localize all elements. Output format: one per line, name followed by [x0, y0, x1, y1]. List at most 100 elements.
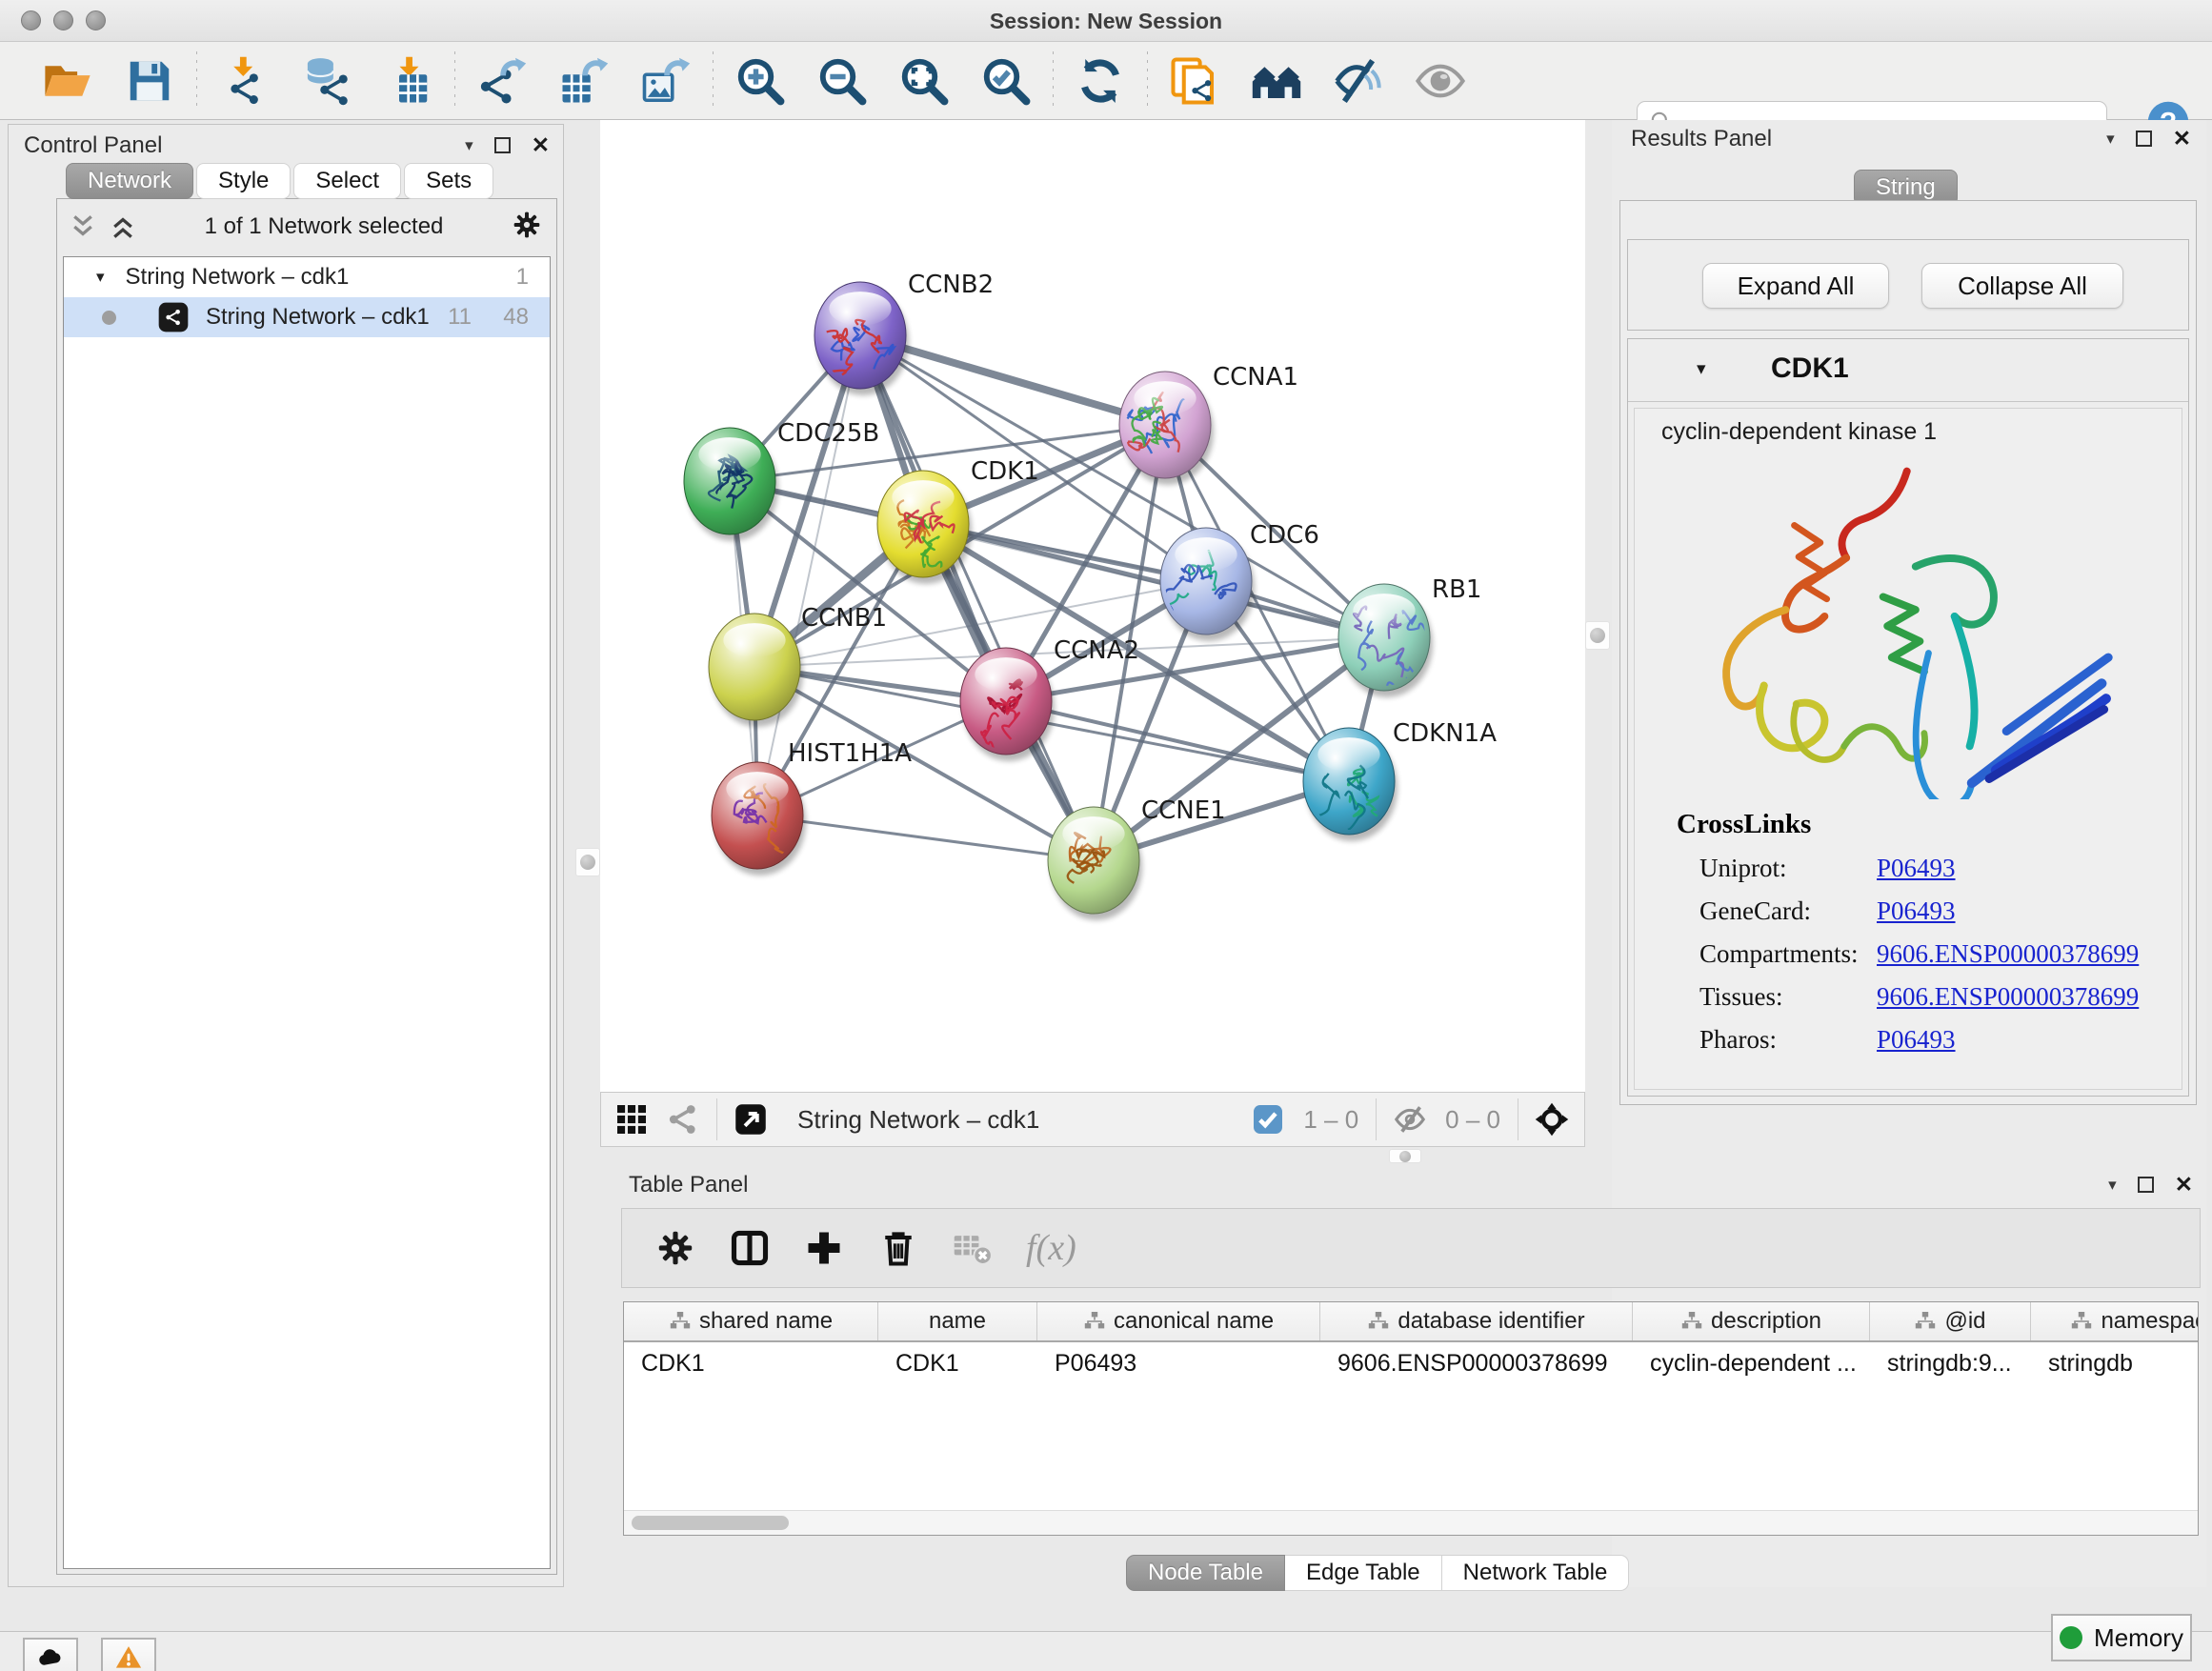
zoom-fit-button[interactable] [883, 51, 965, 111]
expand-all-icon[interactable] [109, 212, 137, 241]
refresh-icon [1075, 55, 1126, 107]
panel-collapse-icon[interactable]: ▾ [2108, 1176, 2117, 1195]
table-cell[interactable]: 9606.ENSP00000378699 [1320, 1344, 1633, 1382]
collapse-all-icon[interactable] [69, 212, 97, 241]
panel-close-icon[interactable]: ✕ [2175, 1172, 2193, 1198]
zoom-in-button[interactable] [719, 51, 801, 111]
column-header-description[interactable]: description [1633, 1302, 1870, 1340]
import-network-from-database-button[interactable] [285, 51, 367, 111]
table-cell[interactable]: cyclin-dependent ... [1633, 1344, 1870, 1382]
hide-unhide-button[interactable] [1317, 51, 1399, 111]
tab-network-table[interactable]: Network Table [1442, 1555, 1630, 1591]
import-table-button[interactable] [367, 51, 449, 111]
open-session-button[interactable] [27, 51, 109, 111]
network-share-icon[interactable] [666, 1102, 700, 1137]
network-canvas[interactable]: CCNB2CCNA1CDC25BCDK1CDC6RB1CCNB1CCNA2CDK… [600, 120, 1585, 1092]
column-header-canonical-name[interactable]: canonical name [1037, 1302, 1320, 1340]
show-columns-icon[interactable] [729, 1227, 771, 1269]
table-cell[interactable]: CDK1 [878, 1344, 1037, 1382]
tab-select[interactable]: Select [293, 163, 401, 199]
import-network-button[interactable] [203, 51, 285, 111]
table-cell[interactable]: stringdb [2031, 1344, 2199, 1382]
panel-close-icon[interactable]: ✕ [532, 132, 550, 158]
bottom-splitter-handle[interactable] [1389, 1149, 1421, 1163]
tab-style[interactable]: Style [196, 163, 291, 199]
expand-all-button[interactable]: Expand All [1702, 263, 1889, 309]
center-view-crosshair-icon[interactable] [1535, 1102, 1569, 1137]
home-button[interactable] [1236, 51, 1317, 111]
zoom-out-button[interactable] [801, 51, 883, 111]
tab-edge-table[interactable]: Edge Table [1285, 1555, 1442, 1591]
table-panel-title: Table Panel [629, 1172, 748, 1198]
table-cell[interactable]: CDK1 [624, 1344, 878, 1382]
scrollbar-thumb[interactable] [632, 1516, 789, 1530]
node-CDKN1A[interactable]: CDKN1A [1303, 719, 1497, 841]
edge-CCNA2-CDKN1A[interactable] [1006, 701, 1349, 781]
crosslink-link[interactable]: P06493 [1877, 854, 1956, 883]
crosslink-link[interactable]: 9606.ENSP00000378699 [1877, 982, 2139, 1012]
edge-HIST1H1A-CCNE1[interactable] [757, 815, 1094, 860]
column-header-@id[interactable]: @id [1870, 1302, 2031, 1340]
node-CDK1[interactable]: CDK1 [877, 457, 1039, 584]
panel-float-icon[interactable] [2138, 1177, 2154, 1193]
warnings-button[interactable] [101, 1638, 156, 1671]
edge-CCNB2-CCNE1[interactable] [860, 335, 1094, 860]
detach-view-icon[interactable] [734, 1102, 768, 1137]
right-splitter-handle[interactable] [1585, 621, 1610, 650]
refresh-button[interactable] [1059, 51, 1141, 111]
network-row-selected[interactable]: String Network – cdk1 11 48 [64, 297, 550, 337]
panel-float-icon[interactable] [2136, 131, 2152, 147]
crosslink-link[interactable]: 9606.ENSP00000378699 [1877, 939, 2139, 969]
tab-network[interactable]: Network [66, 163, 193, 199]
add-column-icon[interactable] [803, 1227, 845, 1269]
panel-collapse-icon[interactable]: ▾ [2106, 130, 2115, 149]
node-HIST1H1A[interactable]: HIST1H1A [712, 739, 912, 880]
cloud-button[interactable] [23, 1638, 78, 1671]
table-options-gear-icon[interactable] [654, 1227, 696, 1269]
cdk1-section-header[interactable]: ▾ CDK1 [1628, 339, 2188, 402]
column-header-shared-name[interactable]: shared name [624, 1302, 878, 1340]
column-header-namespace[interactable]: namespace [2031, 1302, 2199, 1340]
node-CCNE1[interactable]: CCNE1 [1048, 796, 1226, 920]
network-selection-status: 1 of 1 Network selected [137, 213, 511, 240]
section-collapse-icon[interactable]: ▾ [1697, 358, 1706, 380]
crosslink-label: Compartments: [1699, 939, 1877, 969]
network-options-gear-icon[interactable] [511, 209, 543, 246]
delete-column-trash-icon[interactable] [877, 1227, 919, 1269]
panel-float-icon[interactable] [494, 137, 511, 153]
node-CDC6[interactable]: CDC6 [1141, 521, 1318, 641]
collapse-all-button[interactable]: Collapse All [1921, 263, 2123, 309]
preview-eye-button[interactable] [1399, 51, 1481, 111]
tab-node-table[interactable]: Node Table [1126, 1555, 1285, 1591]
hidden-eye-slash-icon[interactable] [1393, 1102, 1427, 1137]
tab-sets[interactable]: Sets [404, 163, 493, 199]
panel-collapse-icon[interactable]: ▾ [465, 136, 473, 155]
table-cell[interactable]: stringdb:9... [1870, 1344, 2031, 1382]
node-RB1[interactable]: RB1 [1338, 575, 1481, 697]
import-network-from-database-icon [300, 55, 352, 107]
network-collection-row[interactable]: ▾ String Network – cdk1 1 [64, 257, 550, 297]
zoom-selected-button[interactable] [965, 51, 1047, 111]
save-session-button[interactable] [109, 51, 191, 111]
string-document-button[interactable] [1154, 51, 1236, 111]
left-splitter-handle[interactable] [575, 848, 600, 876]
panel-close-icon[interactable]: ✕ [2173, 126, 2191, 151]
crosslink-link[interactable]: P06493 [1877, 896, 1956, 926]
column-header-database-identifier[interactable]: database identifier [1320, 1302, 1633, 1340]
column-header-name[interactable]: name [878, 1302, 1037, 1340]
selected-checkbox-icon[interactable] [1251, 1102, 1285, 1137]
export-network-button[interactable] [461, 51, 543, 111]
grid-view-icon[interactable] [614, 1102, 649, 1137]
node-CCNB2[interactable]: CCNB2 [814, 271, 994, 395]
crosslink-link[interactable]: P06493 [1877, 1025, 1956, 1055]
export-image-button[interactable] [625, 51, 707, 111]
export-table-button[interactable] [543, 51, 625, 111]
horizontal-scrollbar[interactable] [624, 1510, 2198, 1535]
table-row[interactable]: CDK1CDK1P064939606.ENSP00000378699cyclin… [624, 1344, 2199, 1382]
network-edge-count: 48 [503, 304, 529, 331]
table-cell[interactable]: P06493 [1037, 1344, 1320, 1382]
status-bar: Memory [0, 1631, 2212, 1671]
memory-button[interactable]: Memory [2051, 1614, 2192, 1661]
collection-expand-icon[interactable]: ▾ [96, 268, 105, 287]
string-document-icon [1169, 55, 1220, 107]
